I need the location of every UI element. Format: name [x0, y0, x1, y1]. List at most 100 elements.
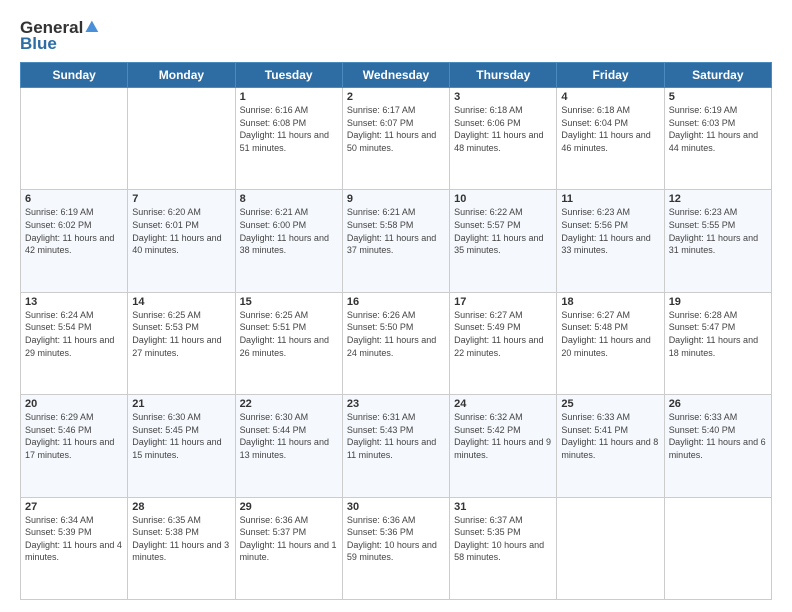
day-number: 16 — [347, 296, 445, 308]
calendar-week-row: 27Sunrise: 6:34 AM Sunset: 5:39 PM Dayli… — [21, 497, 772, 599]
calendar-cell: 13Sunrise: 6:24 AM Sunset: 5:54 PM Dayli… — [21, 292, 128, 394]
day-number: 31 — [454, 501, 552, 513]
day-info: Sunrise: 6:36 AM Sunset: 5:36 PM Dayligh… — [347, 514, 445, 564]
day-number: 17 — [454, 296, 552, 308]
day-info: Sunrise: 6:36 AM Sunset: 5:37 PM Dayligh… — [240, 514, 338, 564]
calendar-cell — [664, 497, 771, 599]
day-info: Sunrise: 6:37 AM Sunset: 5:35 PM Dayligh… — [454, 514, 552, 564]
logo: General Blue — [20, 18, 100, 54]
day-info: Sunrise: 6:29 AM Sunset: 5:46 PM Dayligh… — [25, 411, 123, 461]
day-number: 28 — [132, 501, 230, 513]
day-number: 24 — [454, 398, 552, 410]
day-number: 11 — [561, 193, 659, 205]
day-number: 13 — [25, 296, 123, 308]
day-info: Sunrise: 6:19 AM Sunset: 6:02 PM Dayligh… — [25, 206, 123, 256]
calendar-cell: 5Sunrise: 6:19 AM Sunset: 6:03 PM Daylig… — [664, 88, 771, 190]
weekday-header-friday: Friday — [557, 63, 664, 88]
day-number: 7 — [132, 193, 230, 205]
day-info: Sunrise: 6:16 AM Sunset: 6:08 PM Dayligh… — [240, 104, 338, 154]
calendar-cell: 4Sunrise: 6:18 AM Sunset: 6:04 PM Daylig… — [557, 88, 664, 190]
day-number: 1 — [240, 91, 338, 103]
weekday-header-tuesday: Tuesday — [235, 63, 342, 88]
day-info: Sunrise: 6:17 AM Sunset: 6:07 PM Dayligh… — [347, 104, 445, 154]
day-info: Sunrise: 6:25 AM Sunset: 5:53 PM Dayligh… — [132, 309, 230, 359]
calendar-cell: 22Sunrise: 6:30 AM Sunset: 5:44 PM Dayli… — [235, 395, 342, 497]
day-number: 3 — [454, 91, 552, 103]
day-info: Sunrise: 6:32 AM Sunset: 5:42 PM Dayligh… — [454, 411, 552, 461]
day-info: Sunrise: 6:25 AM Sunset: 5:51 PM Dayligh… — [240, 309, 338, 359]
calendar-cell: 30Sunrise: 6:36 AM Sunset: 5:36 PM Dayli… — [342, 497, 449, 599]
calendar-cell: 6Sunrise: 6:19 AM Sunset: 6:02 PM Daylig… — [21, 190, 128, 292]
day-number: 6 — [25, 193, 123, 205]
day-info: Sunrise: 6:31 AM Sunset: 5:43 PM Dayligh… — [347, 411, 445, 461]
day-info: Sunrise: 6:20 AM Sunset: 6:01 PM Dayligh… — [132, 206, 230, 256]
calendar-cell: 7Sunrise: 6:20 AM Sunset: 6:01 PM Daylig… — [128, 190, 235, 292]
day-number: 18 — [561, 296, 659, 308]
day-number: 27 — [25, 501, 123, 513]
calendar-cell: 2Sunrise: 6:17 AM Sunset: 6:07 PM Daylig… — [342, 88, 449, 190]
calendar-cell — [21, 88, 128, 190]
day-info: Sunrise: 6:23 AM Sunset: 5:55 PM Dayligh… — [669, 206, 767, 256]
day-info: Sunrise: 6:19 AM Sunset: 6:03 PM Dayligh… — [669, 104, 767, 154]
calendar-cell: 28Sunrise: 6:35 AM Sunset: 5:38 PM Dayli… — [128, 497, 235, 599]
calendar-cell: 1Sunrise: 6:16 AM Sunset: 6:08 PM Daylig… — [235, 88, 342, 190]
day-number: 19 — [669, 296, 767, 308]
calendar-cell: 11Sunrise: 6:23 AM Sunset: 5:56 PM Dayli… — [557, 190, 664, 292]
day-info: Sunrise: 6:21 AM Sunset: 6:00 PM Dayligh… — [240, 206, 338, 256]
day-info: Sunrise: 6:23 AM Sunset: 5:56 PM Dayligh… — [561, 206, 659, 256]
calendar-week-row: 13Sunrise: 6:24 AM Sunset: 5:54 PM Dayli… — [21, 292, 772, 394]
calendar-week-row: 20Sunrise: 6:29 AM Sunset: 5:46 PM Dayli… — [21, 395, 772, 497]
day-info: Sunrise: 6:21 AM Sunset: 5:58 PM Dayligh… — [347, 206, 445, 256]
day-info: Sunrise: 6:35 AM Sunset: 5:38 PM Dayligh… — [132, 514, 230, 564]
calendar-cell: 24Sunrise: 6:32 AM Sunset: 5:42 PM Dayli… — [450, 395, 557, 497]
calendar-cell: 14Sunrise: 6:25 AM Sunset: 5:53 PM Dayli… — [128, 292, 235, 394]
day-info: Sunrise: 6:18 AM Sunset: 6:06 PM Dayligh… — [454, 104, 552, 154]
weekday-header-thursday: Thursday — [450, 63, 557, 88]
calendar-cell: 10Sunrise: 6:22 AM Sunset: 5:57 PM Dayli… — [450, 190, 557, 292]
day-number: 15 — [240, 296, 338, 308]
calendar-cell: 3Sunrise: 6:18 AM Sunset: 6:06 PM Daylig… — [450, 88, 557, 190]
day-info: Sunrise: 6:33 AM Sunset: 5:40 PM Dayligh… — [669, 411, 767, 461]
day-number: 26 — [669, 398, 767, 410]
day-number: 9 — [347, 193, 445, 205]
day-number: 22 — [240, 398, 338, 410]
calendar-cell: 16Sunrise: 6:26 AM Sunset: 5:50 PM Dayli… — [342, 292, 449, 394]
day-number: 25 — [561, 398, 659, 410]
day-number: 8 — [240, 193, 338, 205]
calendar-week-row: 6Sunrise: 6:19 AM Sunset: 6:02 PM Daylig… — [21, 190, 772, 292]
weekday-header-monday: Monday — [128, 63, 235, 88]
day-number: 5 — [669, 91, 767, 103]
day-number: 30 — [347, 501, 445, 513]
calendar-table: SundayMondayTuesdayWednesdayThursdayFrid… — [20, 62, 772, 600]
day-number: 21 — [132, 398, 230, 410]
day-info: Sunrise: 6:18 AM Sunset: 6:04 PM Dayligh… — [561, 104, 659, 154]
day-info: Sunrise: 6:30 AM Sunset: 5:44 PM Dayligh… — [240, 411, 338, 461]
calendar-cell: 29Sunrise: 6:36 AM Sunset: 5:37 PM Dayli… — [235, 497, 342, 599]
day-info: Sunrise: 6:27 AM Sunset: 5:48 PM Dayligh… — [561, 309, 659, 359]
day-number: 4 — [561, 91, 659, 103]
day-info: Sunrise: 6:22 AM Sunset: 5:57 PM Dayligh… — [454, 206, 552, 256]
day-number: 14 — [132, 296, 230, 308]
day-info: Sunrise: 6:34 AM Sunset: 5:39 PM Dayligh… — [25, 514, 123, 564]
calendar-cell — [557, 497, 664, 599]
calendar-cell: 15Sunrise: 6:25 AM Sunset: 5:51 PM Dayli… — [235, 292, 342, 394]
day-info: Sunrise: 6:33 AM Sunset: 5:41 PM Dayligh… — [561, 411, 659, 461]
day-number: 23 — [347, 398, 445, 410]
calendar-cell: 20Sunrise: 6:29 AM Sunset: 5:46 PM Dayli… — [21, 395, 128, 497]
calendar-cell: 21Sunrise: 6:30 AM Sunset: 5:45 PM Dayli… — [128, 395, 235, 497]
logo-icon — [84, 16, 100, 38]
calendar-cell: 19Sunrise: 6:28 AM Sunset: 5:47 PM Dayli… — [664, 292, 771, 394]
calendar-cell: 12Sunrise: 6:23 AM Sunset: 5:55 PM Dayli… — [664, 190, 771, 292]
day-info: Sunrise: 6:27 AM Sunset: 5:49 PM Dayligh… — [454, 309, 552, 359]
page: General Blue SundayMondayTuesdayWednesda… — [0, 0, 792, 612]
calendar-cell: 9Sunrise: 6:21 AM Sunset: 5:58 PM Daylig… — [342, 190, 449, 292]
calendar-cell: 23Sunrise: 6:31 AM Sunset: 5:43 PM Dayli… — [342, 395, 449, 497]
day-info: Sunrise: 6:26 AM Sunset: 5:50 PM Dayligh… — [347, 309, 445, 359]
header: General Blue — [20, 18, 772, 54]
weekday-header-saturday: Saturday — [664, 63, 771, 88]
calendar-week-row: 1Sunrise: 6:16 AM Sunset: 6:08 PM Daylig… — [21, 88, 772, 190]
calendar-cell: 17Sunrise: 6:27 AM Sunset: 5:49 PM Dayli… — [450, 292, 557, 394]
weekday-header-sunday: Sunday — [21, 63, 128, 88]
calendar-cell: 27Sunrise: 6:34 AM Sunset: 5:39 PM Dayli… — [21, 497, 128, 599]
day-number: 2 — [347, 91, 445, 103]
